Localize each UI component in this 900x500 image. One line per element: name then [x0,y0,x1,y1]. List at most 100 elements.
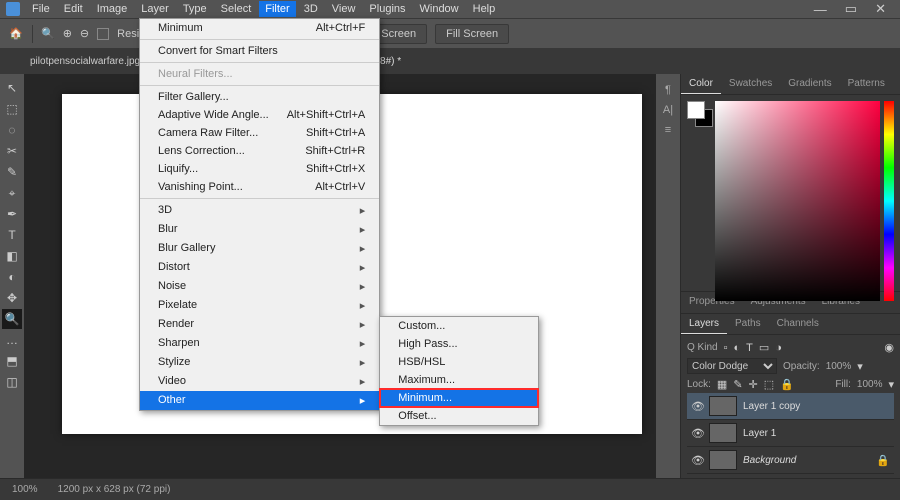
filter-type-icon[interactable]: T [746,342,753,354]
tool-brush[interactable]: ✒ [2,204,22,224]
tool-swatches-fg[interactable]: ⬒ [2,351,22,371]
menu-view[interactable]: View [326,1,362,17]
fg-swatch[interactable] [687,101,705,119]
menuitem-pixelate[interactable]: Pixelate▸ [140,296,379,315]
tab-paths[interactable]: Paths [727,314,769,334]
visibility-icon[interactable]: 👁 [691,454,703,467]
opacity-value[interactable]: 100% [826,361,852,372]
color-field[interactable] [715,101,880,301]
lock-position-icon[interactable]: ✛ [749,378,758,391]
tool-rect[interactable]: ◧ [2,246,22,266]
menu-help[interactable]: Help [467,1,502,17]
tab-channels[interactable]: Channels [769,314,827,334]
menuitem-convert-smart[interactable]: Convert for Smart Filters [140,42,379,60]
tool-type[interactable]: T [2,225,22,245]
tool-move[interactable]: ↖ [2,78,22,98]
filter-pixel-icon[interactable]: ▫ [724,342,728,354]
visibility-icon[interactable]: 👁 [691,400,703,413]
menuitem-maximum[interactable]: Maximum... [380,371,538,389]
glyphs-icon[interactable]: ¶ [660,82,676,98]
blend-mode-select[interactable]: Color Dodge [687,358,777,374]
tool-lasso[interactable]: ◌ [2,120,22,140]
menuitem-lens[interactable]: Lens Correction...Shift+Ctrl+R [140,142,379,160]
home-icon[interactable]: 🏠 [8,26,24,42]
lock-pixels-icon[interactable]: ✎ [733,378,742,391]
menuitem-render[interactable]: Render▸ [140,315,379,334]
zoom-plus-icon[interactable]: ⊕ [63,27,72,40]
menu-type[interactable]: Type [177,1,213,17]
layer-name[interactable]: Layer 1 [743,428,776,439]
menuitem-filter-gallery[interactable]: Filter Gallery... [140,88,379,106]
layer-thumbnail[interactable] [709,450,737,470]
menu-file[interactable]: File [26,1,56,17]
menuitem-minimum[interactable]: Minimum... [380,389,538,407]
tool-marquee[interactable]: ⬚ [2,99,22,119]
tool-zoom[interactable]: 🔍 [2,309,22,329]
layer-row[interactable]: 👁 Background 🔒 [687,447,894,474]
menuitem-distort[interactable]: Distort▸ [140,258,379,277]
tool-spot[interactable]: ⌖ [2,183,22,203]
menuitem-vanish[interactable]: Vanishing Point...Alt+Ctrl+V [140,178,379,196]
menuitem-last-filter[interactable]: MinimumAlt+Ctrl+F [140,19,379,37]
menu-plugins[interactable]: Plugins [363,1,411,17]
chevron-down-icon[interactable]: ▾ [857,360,863,373]
window-maximize[interactable]: ▭ [837,0,865,19]
filter-adjust-icon[interactable]: ◐ [733,342,740,354]
menuitem-blur[interactable]: Blur▸ [140,220,379,239]
tool-crop[interactable]: ✂ [2,141,22,161]
tool-more[interactable]: … [2,330,22,350]
tab-patterns[interactable]: Patterns [840,74,893,94]
menu-3d[interactable]: 3D [298,1,324,17]
menu-image[interactable]: Image [91,1,134,17]
tool-gradient[interactable]: ◐ [2,267,22,287]
tab-gradients[interactable]: Gradients [780,74,839,94]
fill-value[interactable]: 100% [857,379,883,390]
tool-swatches-bg[interactable]: ◫ [2,372,22,392]
tool-eyedropper[interactable]: ✎ [2,162,22,182]
menuitem-hsbhsl[interactable]: HSB/HSL [380,353,538,371]
character-icon[interactable]: A| [660,102,676,118]
layer-thumbnail[interactable] [709,423,737,443]
menu-window[interactable]: Window [414,1,465,17]
menuitem-video[interactable]: Video▸ [140,372,379,391]
menuitem-offset[interactable]: Offset... [380,407,538,425]
menu-filter[interactable]: Filter [259,1,295,17]
lock-artboard-icon[interactable]: ⬚ [764,378,774,391]
resize-checkbox[interactable] [97,28,109,40]
tab-swatches[interactable]: Swatches [721,74,780,94]
chevron-down-icon[interactable]: ▾ [888,378,894,391]
menuitem-stylize[interactable]: Stylize▸ [140,353,379,372]
layer-name[interactable]: Background [743,455,796,466]
tool-hand[interactable]: ✥ [2,288,22,308]
filter-smart-icon[interactable]: ◑ [775,342,782,354]
tab-color[interactable]: Color [681,74,721,94]
filter-toggle[interactable]: ◉ [884,341,894,354]
layer-row[interactable]: 👁 Layer 1 [687,420,894,447]
menuitem-liquify[interactable]: Liquify...Shift+Ctrl+X [140,160,379,178]
menu-layer[interactable]: Layer [135,1,175,17]
menuitem-cameraraw[interactable]: Camera Raw Filter...Shift+Ctrl+A [140,124,379,142]
menuitem-blur-gallery[interactable]: Blur Gallery▸ [140,239,379,258]
filter-shape-icon[interactable]: ▭ [759,341,769,354]
layer-thumbnail[interactable] [709,396,737,416]
menuitem-adaptive[interactable]: Adaptive Wide Angle...Alt+Shift+Ctrl+A [140,106,379,124]
paragraph-icon[interactable]: ≡ [660,122,676,138]
window-close[interactable]: ✕ [867,0,894,19]
menuitem-sharpen[interactable]: Sharpen▸ [140,334,379,353]
zoom-minus-icon[interactable]: ⊖ [80,27,89,40]
menuitem-3d[interactable]: 3D▸ [140,201,379,220]
menuitem-noise[interactable]: Noise▸ [140,277,379,296]
menuitem-other[interactable]: Other▸ Custom... High Pass... HSB/HSL Ma… [140,391,379,410]
visibility-icon[interactable]: 👁 [691,427,703,440]
menu-select[interactable]: Select [215,1,258,17]
tab-layers[interactable]: Layers [681,314,727,334]
layer-name[interactable]: Layer 1 copy [743,401,800,412]
layer-row[interactable]: 👁 Layer 1 copy [687,393,894,420]
menu-edit[interactable]: Edit [58,1,89,17]
status-doc-info[interactable]: 1200 px x 628 px (72 ppi) [58,484,171,495]
menuitem-neural[interactable]: Neural Filters... [140,65,379,83]
fill-screen-button[interactable]: Fill Screen [435,24,509,44]
menuitem-highpass[interactable]: High Pass... [380,335,538,353]
status-zoom[interactable]: 100% [12,484,38,495]
lock-transparency-icon[interactable]: ▦ [717,378,727,391]
